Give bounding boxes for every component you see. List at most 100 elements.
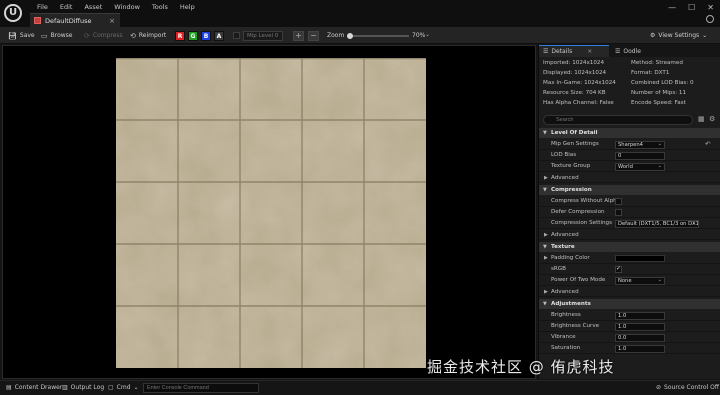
prop-texture-group: Texture Group World: [539, 161, 720, 172]
gear-icon: ⚙: [650, 32, 656, 39]
document-tab[interactable]: DefaultDiffuse ×: [30, 13, 120, 27]
mip-decrease-button[interactable]: −: [308, 31, 319, 41]
info-method: Method: Streamed: [631, 60, 683, 66]
document-tab-label: DefaultDiffuse: [45, 16, 92, 25]
info-combined-lod: Combined LOD Bias: 0: [631, 80, 694, 86]
zoom-dropdown-icon[interactable]: ⌄: [425, 31, 430, 38]
search-input[interactable]: [543, 115, 693, 125]
compress-without-alpha-checkbox[interactable]: [615, 198, 622, 205]
content-drawer-button[interactable]: ▤ Content Drawer: [6, 384, 62, 391]
menu-edit[interactable]: Edit: [54, 3, 79, 12]
grid-view-icon[interactable]: ▦: [698, 115, 705, 123]
close-window-icon[interactable]: ✕: [707, 3, 714, 12]
terminal-icon: ▢: [108, 384, 114, 391]
defer-compression-checkbox[interactable]: [615, 209, 622, 216]
prop-compression-settings: Compression Settings Default (DXT1/5, BC…: [539, 218, 720, 229]
alpha-channel-toggle[interactable]: A: [214, 31, 224, 41]
info-resource-size: Resource Size: 704 KB: [543, 90, 606, 96]
settings-gear-icon[interactable]: ⚙: [709, 115, 715, 123]
prop-vibrance: Vibrance 0.0: [539, 332, 720, 343]
expand-arrow-icon: ▶: [544, 289, 548, 295]
section-compression[interactable]: ▼ Compression: [539, 185, 720, 195]
stone-tile-texture: [116, 58, 426, 368]
info-has-alpha: Has Alpha Channel: False: [543, 100, 614, 106]
brightness-curve-input[interactable]: 1.0: [615, 323, 665, 331]
green-channel-toggle[interactable]: G: [188, 31, 198, 41]
mip-increase-button[interactable]: +: [293, 31, 304, 41]
view-settings-button[interactable]: ⚙ View Settings ⌄: [650, 32, 707, 39]
padding-color-label: Padding Color: [551, 255, 590, 261]
red-channel-toggle[interactable]: R: [175, 31, 185, 41]
console-command-input[interactable]: [143, 383, 259, 393]
srgb-checkbox[interactable]: [615, 265, 622, 273]
panel-tabs: ☰ Details × ☰ Oodle: [539, 45, 720, 57]
section-compression-label: Compression: [551, 187, 592, 193]
info-num-mips: Number of Mips: 11: [631, 90, 687, 96]
browse-button[interactable]: ▭ Browse: [41, 30, 72, 41]
compress-without-alpha-label: Compress Without Alpha: [551, 198, 621, 204]
menu-help[interactable]: Help: [174, 3, 201, 12]
mip-level-checkbox[interactable]: [233, 32, 240, 39]
lod-advanced-expander[interactable]: ▶ Advanced: [539, 173, 720, 183]
texture-group-label: Texture Group: [551, 163, 591, 169]
prop-defer-compression: Defer Compression: [539, 207, 720, 218]
vibrance-input[interactable]: 0.0: [615, 334, 665, 342]
power-of-two-mode-label: Power Of Two Mode: [551, 277, 606, 283]
reset-arrow-icon[interactable]: ↶: [705, 140, 710, 148]
output-log-button[interactable]: ▥ Output Log: [62, 384, 104, 391]
menu-tools[interactable]: Tools: [146, 3, 174, 12]
folder-icon: ▭: [41, 31, 48, 40]
blue-channel-toggle[interactable]: B: [201, 31, 211, 41]
save-button[interactable]: 💾︎ Save: [8, 30, 35, 41]
section-texture-label: Texture: [551, 244, 575, 250]
texture-advanced-label: Advanced: [551, 289, 579, 295]
mip-gen-settings-select[interactable]: Sharpen4: [615, 141, 665, 149]
texture-group-select[interactable]: World: [615, 163, 665, 171]
section-adjustments[interactable]: ▼ Adjustments: [539, 299, 720, 309]
tab-oodle[interactable]: ☰ Oodle: [611, 45, 671, 57]
collapse-arrow-icon: ▼: [543, 187, 547, 193]
srgb-label: sRGB: [551, 266, 566, 272]
brightness-label: Brightness: [551, 312, 581, 318]
zoom-slider-thumb[interactable]: [347, 33, 353, 39]
lod-bias-label: LOD Bias: [551, 152, 577, 158]
cmd-dropdown[interactable]: ▢ Cmd ⌄: [108, 384, 139, 391]
brightness-input[interactable]: 1.0: [615, 312, 665, 320]
source-control-button[interactable]: ⊘ Source Control Off: [656, 384, 719, 391]
texture-viewport[interactable]: [2, 45, 536, 379]
prop-mip-gen-settings: Mip Gen Settings Sharpen4 ↶: [539, 139, 720, 150]
close-tab-icon[interactable]: ×: [109, 17, 115, 25]
compression-settings-select[interactable]: Default (DXT1/5, BC1/3 on DX11): [615, 220, 699, 228]
power-of-two-mode-select[interactable]: None: [615, 277, 665, 285]
close-details-tab-icon[interactable]: ×: [587, 48, 592, 55]
expand-arrow-icon[interactable]: ▶: [544, 253, 548, 264]
compression-advanced-expander[interactable]: ▶ Advanced: [539, 230, 720, 240]
texture-advanced-expander[interactable]: ▶ Advanced: [539, 287, 720, 297]
zoom-slider[interactable]: [347, 33, 409, 39]
texture-preview: [116, 58, 426, 368]
section-level-of-detail[interactable]: ▼ Level Of Detail: [539, 128, 720, 138]
padding-color-swatch[interactable]: [615, 255, 665, 262]
section-texture[interactable]: ▼ Texture: [539, 242, 720, 252]
info-max-in-game: Max In-Game: 1024x1024: [543, 80, 616, 86]
saturation-input[interactable]: 1.0: [615, 345, 665, 353]
texture-asset-icon: [34, 17, 41, 24]
menu-file[interactable]: File: [31, 3, 54, 12]
minimize-icon[interactable]: —: [668, 3, 676, 12]
tab-details-label: Details: [551, 48, 573, 55]
maximize-icon[interactable]: ☐: [688, 3, 695, 12]
reimport-button[interactable]: ⟲ Reimport: [130, 30, 166, 41]
toolbar: 💾︎ Save ▭ Browse ⟳ Compress ⟲ Reimport R…: [0, 27, 720, 44]
source-control-off-icon: ⊘: [656, 384, 662, 391]
mip-level-select[interactable]: Mip Level 0: [243, 31, 283, 41]
menu-asset[interactable]: Asset: [78, 3, 108, 12]
compress-button[interactable]: ⟳ Compress: [84, 30, 123, 41]
tab-details[interactable]: ☰ Details ×: [539, 45, 609, 57]
unreal-logo-icon[interactable]: U: [4, 4, 22, 22]
output-log-icon: ▥: [62, 384, 68, 391]
content-drawer-icon: ▤: [6, 384, 12, 391]
content-drawer-label: Content Drawer: [14, 384, 63, 391]
zoom-label: Zoom: [327, 32, 345, 39]
menu-window[interactable]: Window: [108, 3, 146, 12]
lod-bias-input[interactable]: 0: [615, 152, 665, 160]
